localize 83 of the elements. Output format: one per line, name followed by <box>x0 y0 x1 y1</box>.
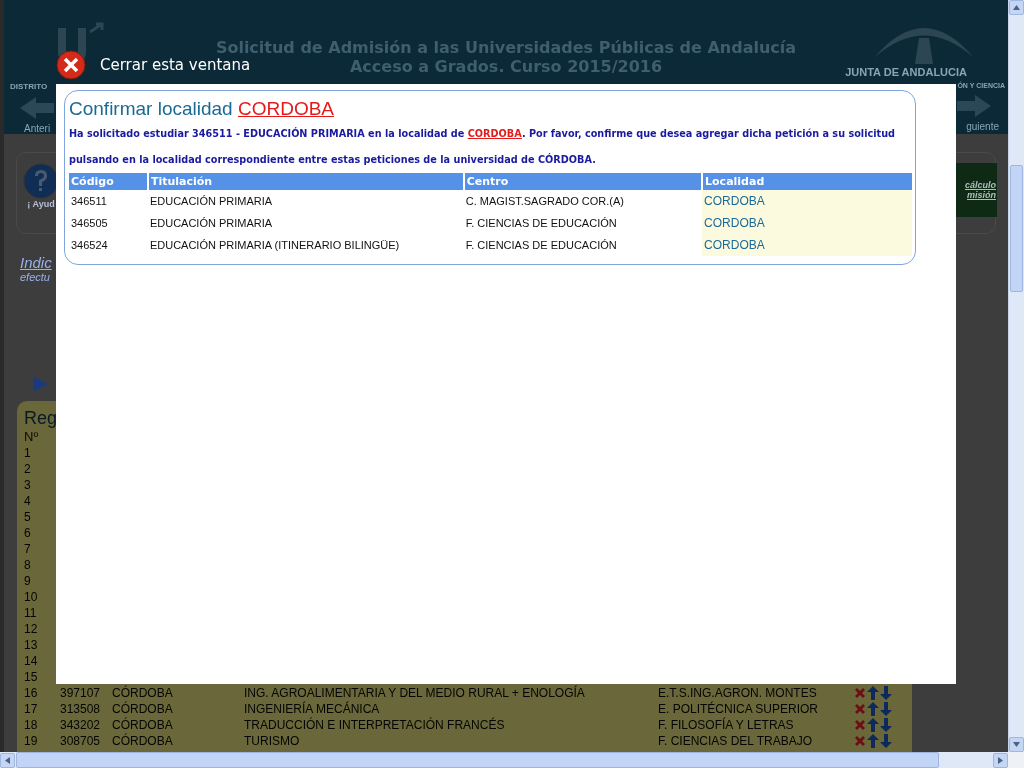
locality-link[interactable]: CORDOBA <box>702 234 912 256</box>
caret-down-icon <box>1013 742 1020 747</box>
degree-cell-text: ING. AGROALIMENTARIA Y DEL MEDIO RURAL + ENOLOGÍA <box>244 685 586 701</box>
next-label[interactable]: guiente <box>966 121 999 132</box>
table-cell: C. MAGIST.SAGRADO COR.(A) <box>463 190 703 212</box>
up-arrow-icon[interactable] <box>867 734 879 748</box>
center-cell-text: E. POLITÉCNICA SUPERIOR <box>658 701 820 717</box>
help-icon[interactable] <box>23 163 59 199</box>
scroll-left-button[interactable] <box>0 752 15 768</box>
row-number: 8 <box>24 557 32 573</box>
down-arrow-icon[interactable] <box>880 734 892 748</box>
vertical-scrollbar[interactable] <box>1008 0 1024 752</box>
down-arrow-icon[interactable] <box>880 718 892 732</box>
degree-cell-text: TURISMO <box>244 733 301 749</box>
caret-up-icon <box>1013 5 1020 10</box>
requests-title: Reg <box>24 407 59 429</box>
row-number: 19 <box>24 733 39 749</box>
scrollbar-thumb[interactable] <box>1010 165 1023 292</box>
left-arrow-icon[interactable] <box>20 97 54 119</box>
scroll-down-button[interactable] <box>1009 737 1024 752</box>
city-link[interactable]: CORDOBA <box>467 128 522 139</box>
row-number: 15 <box>24 669 39 685</box>
locality-link[interactable]: CORDOBA <box>702 190 912 212</box>
instructions-text: efectu <box>20 271 51 283</box>
delete-icon[interactable] <box>854 703 866 715</box>
row-number: 1 <box>24 445 32 461</box>
row-number: 13 <box>24 637 39 653</box>
row-number: 16 <box>24 685 39 701</box>
row-number: 11 <box>24 605 38 621</box>
center-cell-text: E.T.S.ING.AGRON. MONTES <box>658 685 818 701</box>
center-cell-text: F. CIENCIAS DEL TRABAJO <box>658 733 814 749</box>
code-cell-text: 308705 <box>60 733 102 749</box>
close-icon <box>56 50 86 80</box>
up-arrow-icon[interactable] <box>867 702 879 716</box>
delete-icon[interactable] <box>854 735 866 747</box>
row-number: 4 <box>24 493 32 509</box>
city-cell-text: CÓRDOBA <box>112 717 174 733</box>
column-header: Localidad <box>702 173 912 190</box>
column-header: Centro <box>463 173 703 190</box>
city-cell-text: CÓRDOBA <box>112 733 174 749</box>
degree-cell-text: TRADUCCIÓN E INTERPRETACIÓN FRANCÉS <box>244 717 506 733</box>
row-number: 6 <box>24 525 32 541</box>
column-header: Código <box>69 173 148 190</box>
down-arrow-icon[interactable] <box>880 702 892 716</box>
message-text: Ha solicitado estudiar 346511 - EDUCACIÓN PRIMARIA en la localidad de CORDOBA. Por favor, confirme que desea agregar dicha petición a su solicitud pulsando en la localidad correspondiente entre estas peticiones de la universidad de CÓRDOBA. <box>69 126 896 167</box>
up-arrow-icon[interactable] <box>867 718 879 732</box>
up-arrow-icon[interactable] <box>867 686 879 700</box>
help-label[interactable]: ¡ Ayud <box>27 199 55 209</box>
city-cell-text: CÓRDOBA <box>112 701 174 717</box>
code-cell-text: 397107 <box>60 685 102 701</box>
row-number: 17 <box>24 701 39 717</box>
row-number: 5 <box>24 509 32 525</box>
row-number: 18 <box>24 717 39 733</box>
degree-cell-text: INGENIERÍA MECÁNICA <box>244 701 381 717</box>
delete-icon[interactable] <box>854 719 866 731</box>
row-number: 12 <box>24 621 39 637</box>
row-number: 14 <box>24 653 39 669</box>
column-header: Titulación <box>147 173 464 190</box>
row-number: 7 <box>24 541 32 557</box>
down-arrow-icon[interactable] <box>880 686 892 700</box>
delete-icon[interactable] <box>854 687 866 699</box>
row-number: 10 <box>24 589 39 605</box>
calculation-button[interactable]: cálculo misión <box>956 163 997 217</box>
number-heading: Nº <box>24 429 40 445</box>
code-cell-text: 343202 <box>60 717 102 733</box>
row-number: 9 <box>24 573 32 589</box>
city-cell-text: CÓRDOBA <box>112 685 174 701</box>
row-number: 2 <box>24 461 32 477</box>
logo-text: JUNTA DE ANDALUCIA <box>845 66 967 78</box>
locality-link[interactable]: CORDOBA <box>702 212 912 234</box>
center-cell-text: F. FILOSOFÍA Y LETRAS <box>658 717 795 733</box>
scrollbar-corner <box>1008 752 1024 768</box>
caret-left-icon <box>5 756 10 764</box>
row-number: 3 <box>24 477 32 493</box>
scroll-up-button[interactable] <box>1009 0 1024 15</box>
scroll-right-button[interactable] <box>993 752 1008 768</box>
dialog-title: Confirmar localidad CORDOBA <box>69 97 336 121</box>
code-cell-text: 313508 <box>60 701 102 717</box>
nav-label: DISTRITO <box>10 82 49 91</box>
right-arrow-icon[interactable] <box>957 95 991 117</box>
caret-right-icon <box>998 756 1003 764</box>
table-cell: F. CIENCIAS DE EDUCACIÓN <box>463 212 703 234</box>
table-cell: F. CIENCIAS DE EDUCACIÓN <box>463 234 703 256</box>
